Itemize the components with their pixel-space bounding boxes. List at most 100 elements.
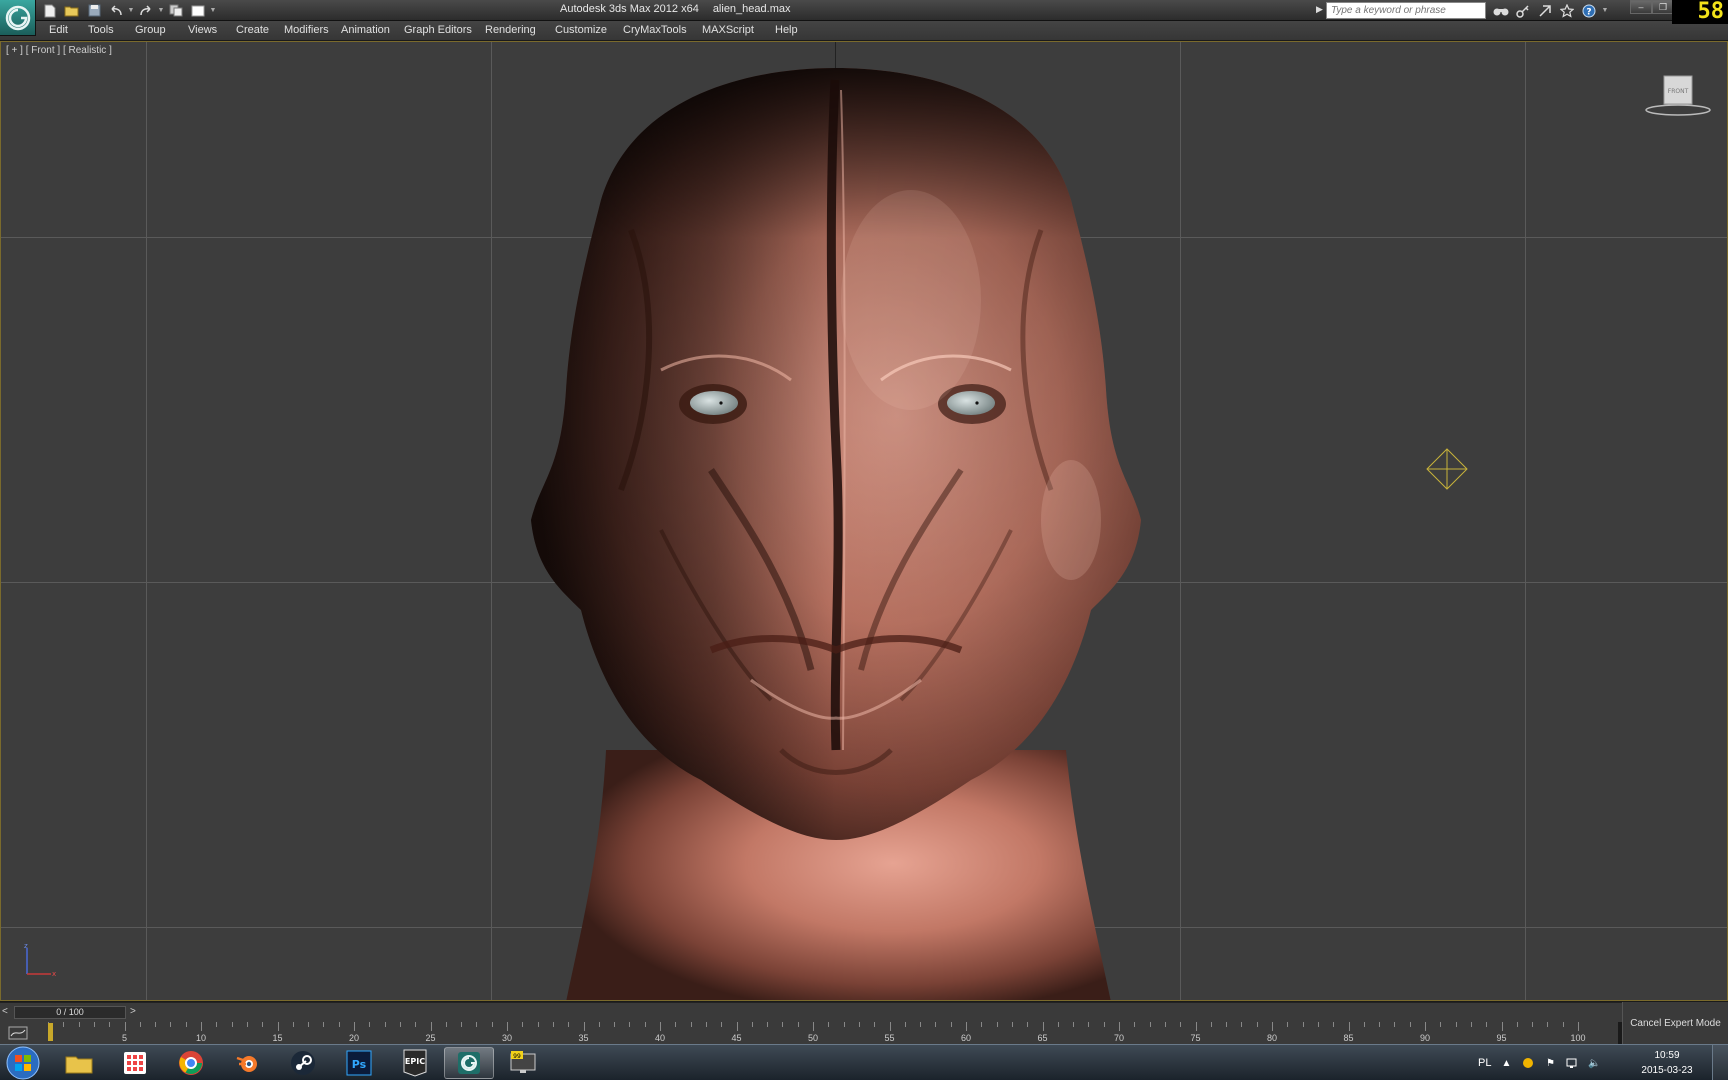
menu-modifiers[interactable]: Modifiers: [284, 24, 329, 36]
viewport-label[interactable]: [ + ] [ Front ] [ Realistic ]: [6, 45, 112, 56]
timeline-tick: [1379, 1022, 1381, 1027]
timeline-tick: [1149, 1022, 1151, 1027]
chrome-icon[interactable]: [166, 1047, 216, 1079]
minimize-icon[interactable]: –: [1630, 0, 1652, 14]
3dsmax-taskbar-icon[interactable]: [444, 1047, 494, 1079]
svg-text:?: ?: [1586, 7, 1591, 17]
norton-tray-icon[interactable]: [1521, 1056, 1535, 1070]
track-bar[interactable]: 5 10 15 20 25 30 35 40 45 50 55 60 65 70 75 80 85 90 95 100: [0, 1022, 1618, 1044]
timeline-tick: [904, 1022, 906, 1027]
save-file-icon[interactable]: [84, 2, 104, 19]
menu-rendering[interactable]: Rendering: [485, 24, 536, 36]
viewport-layout-icon[interactable]: [188, 2, 208, 19]
file-explorer-icon[interactable]: [54, 1047, 104, 1079]
menu-views[interactable]: Views: [188, 24, 217, 36]
menu-crymaxtools[interactable]: CryMaxTools: [623, 24, 687, 36]
monitor-app-icon[interactable]: 99: [498, 1047, 548, 1079]
previous-frame-button[interactable]: <: [2, 1006, 8, 1017]
photoshop-icon[interactable]: Ps: [334, 1047, 384, 1079]
timeline-tick-label: 40: [654, 1033, 666, 1043]
help-icon[interactable]: ?: [1580, 2, 1598, 19]
steam-icon[interactable]: [278, 1047, 328, 1079]
timeline-tick-label: 70: [1113, 1033, 1125, 1043]
start-button[interactable]: [2, 1046, 44, 1080]
menu-help[interactable]: Help: [775, 24, 798, 36]
timeline-tick: [828, 1022, 830, 1027]
menu-tools[interactable]: Tools: [88, 24, 114, 36]
show-hidden-icons-icon[interactable]: ▲: [1499, 1056, 1513, 1070]
next-frame-button[interactable]: >: [130, 1006, 136, 1017]
show-desktop-button[interactable]: [1712, 1045, 1728, 1080]
timeline-tick: [292, 1022, 294, 1027]
menu-graph-editors[interactable]: Graph Editors: [404, 24, 472, 36]
undo-icon[interactable]: [106, 2, 126, 19]
customize-toolbar-dropdown-icon[interactable]: ▼: [210, 2, 217, 19]
project-folder-icon[interactable]: [166, 2, 186, 19]
timeline-tick: [996, 1022, 998, 1027]
timeline-tick-label: 80: [1266, 1033, 1278, 1043]
timeline-tick: [1256, 1022, 1258, 1027]
timeline-tick: [797, 1022, 799, 1027]
help-dropdown-icon[interactable]: ▼: [1602, 2, 1609, 19]
timeline-tick: [1532, 1022, 1534, 1027]
redo-dropdown-icon[interactable]: ▼: [158, 2, 165, 19]
timeline-tick: [920, 1022, 922, 1027]
favorites-star-icon[interactable]: [1558, 2, 1576, 19]
quick-access-toolbar: ▼ ▼ ▼: [40, 1, 216, 20]
time-slider[interactable]: 0 / 100: [14, 1006, 126, 1019]
menu-customize[interactable]: Customize: [555, 24, 607, 36]
info-center-tools: ? ▼: [1492, 1, 1608, 20]
clock-date: 2015-03-23: [1641, 1065, 1693, 1076]
viewcube-label: FRONT: [1668, 88, 1689, 95]
alien-head-model[interactable]: [511, 50, 1161, 1001]
menu-group[interactable]: Group: [135, 24, 166, 36]
menu-bar: Edit Tools Group Views Create Modifiers …: [0, 21, 1728, 41]
blender-icon[interactable]: [222, 1047, 272, 1079]
clock[interactable]: 10:59 2015-03-23: [1630, 1048, 1704, 1078]
restore-icon[interactable]: ❐: [1652, 0, 1674, 14]
subscription-key-icon[interactable]: [1514, 2, 1532, 19]
timeline-tick: [874, 1022, 876, 1027]
search-expand-icon[interactable]: ▶: [1316, 4, 1323, 15]
timeline-tick: [660, 1022, 661, 1031]
timeline-tick: [277, 1022, 279, 1031]
language-indicator[interactable]: PL: [1478, 1057, 1491, 1069]
title-bar: ▼ ▼ ▼ Autodesk 3ds Max 2012 x64 alien_hea…: [0, 0, 1728, 21]
time-cursor[interactable]: [48, 1023, 53, 1041]
light-gizmo-icon[interactable]: [1425, 447, 1469, 491]
timeline-tick-label: 55: [884, 1033, 895, 1043]
viewcube-icon[interactable]: FRONT: [1645, 72, 1711, 118]
timeline-tick: [354, 1022, 355, 1031]
timeline-tick: [1210, 1022, 1212, 1027]
action-center-flag-icon[interactable]: ⚑: [1543, 1056, 1557, 1070]
curve-editor-icon[interactable]: [8, 1025, 28, 1041]
epic-games-icon[interactable]: EPIC: [390, 1047, 440, 1079]
timeline-tick-label: 25: [425, 1033, 436, 1043]
volume-icon[interactable]: 🔈: [1587, 1056, 1601, 1070]
cancel-expert-mode-button[interactable]: Cancel Expert Mode: [1622, 1002, 1728, 1044]
timeline-tick: [1272, 1022, 1273, 1031]
binoculars-icon[interactable]: [1492, 2, 1510, 19]
front-viewport[interactable]: [ + ] [ Front ] [ Realistic ] FRONT z x: [0, 41, 1728, 1001]
open-file-icon[interactable]: [62, 2, 82, 19]
timeline-tick: [690, 1022, 692, 1027]
menu-create[interactable]: Create: [236, 24, 269, 36]
menu-maxscript[interactable]: MAXScript: [702, 24, 754, 36]
3dsmax-logo-icon[interactable]: [0, 0, 36, 36]
timeline-tick: [675, 1022, 677, 1027]
network-icon[interactable]: [1565, 1056, 1579, 1070]
app-launcher-icon[interactable]: [110, 1047, 160, 1079]
timeline-tick-label: 90: [1419, 1033, 1431, 1043]
new-file-icon[interactable]: [40, 2, 60, 19]
timeline-tick: [1333, 1022, 1335, 1027]
timeline-tick-label: 45: [731, 1033, 742, 1043]
menu-edit[interactable]: Edit: [49, 24, 68, 36]
timeline-ruler[interactable]: 5 10 15 20 25 30 35 40 45 50 55 60 65 70 75 80 85 90 95 100: [48, 1022, 1586, 1044]
redo-icon[interactable]: [136, 2, 156, 19]
communication-center-icon[interactable]: [1536, 2, 1554, 19]
window-title: Autodesk 3ds Max 2012 x64 alien_head.max: [560, 3, 790, 15]
undo-dropdown-icon[interactable]: ▼: [128, 2, 135, 19]
timeline-tick: [323, 1022, 325, 1027]
search-input[interactable]: [1326, 2, 1486, 19]
menu-animation[interactable]: Animation: [341, 24, 390, 36]
